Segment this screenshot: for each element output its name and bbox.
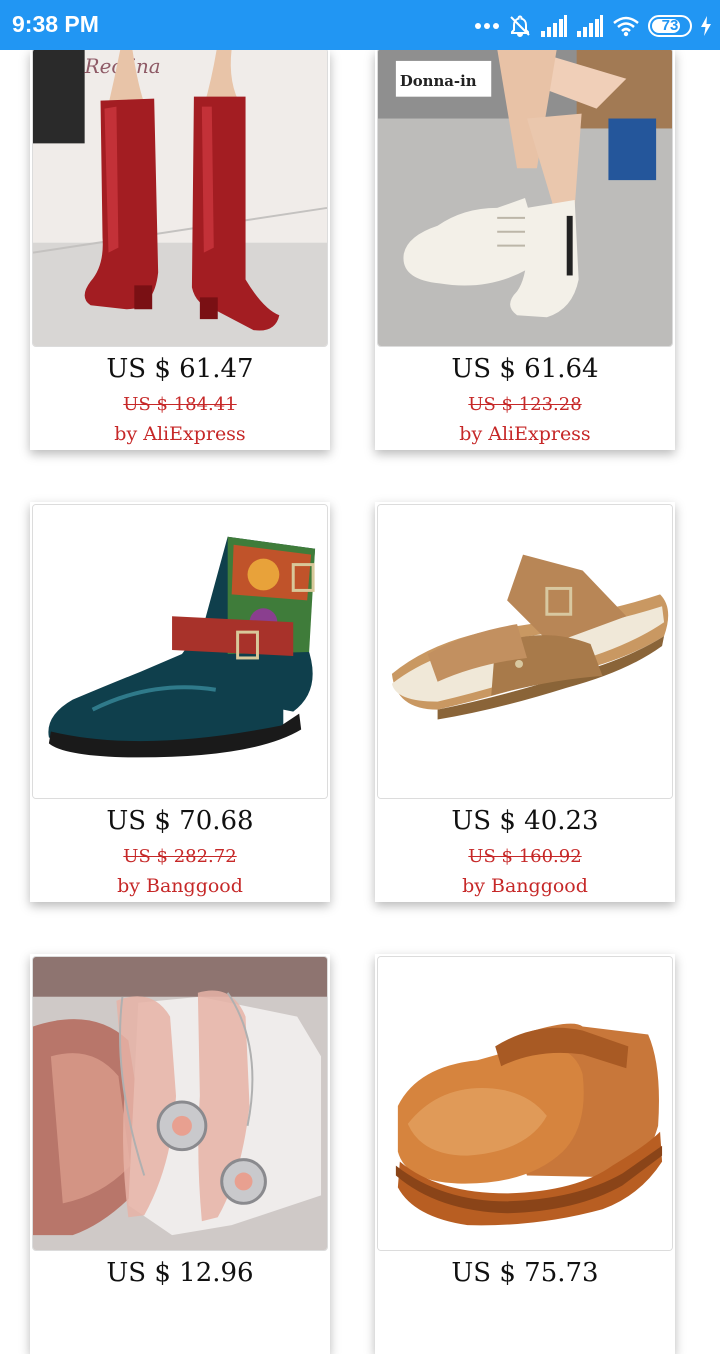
- product-original-price: US $ 123.28: [468, 394, 582, 415]
- product-card[interactable]: Reolina US $ 61.47 US $ 184.41 by AliExp…: [30, 48, 330, 450]
- product-image[interactable]: Donna-in: [377, 48, 673, 347]
- signal-icon: [541, 15, 567, 37]
- product-seller: by Banggood: [462, 875, 588, 897]
- product-seller: by AliExpress: [114, 423, 246, 445]
- wifi-icon: [613, 16, 639, 37]
- product-price: US $ 70.68: [106, 806, 254, 836]
- notifications-off-icon: [510, 15, 530, 38]
- signal-icon: [577, 15, 603, 37]
- product-card[interactable]: Donna-in US $ 61.64 US $ 123.28 by AliEx…: [375, 48, 675, 450]
- product-price: US $ 40.23: [451, 806, 599, 836]
- product-price: US $ 75.73: [451, 1258, 599, 1288]
- product-image[interactable]: [32, 504, 328, 799]
- product-image[interactable]: [377, 956, 673, 1251]
- product-card[interactable]: US $ 12.96: [30, 954, 330, 1354]
- product-image[interactable]: [377, 504, 673, 799]
- product-seller: by Banggood: [117, 875, 243, 897]
- product-image[interactable]: [32, 956, 328, 1251]
- more-dots-icon: [475, 23, 499, 29]
- product-original-price: US $ 282.72: [123, 846, 237, 867]
- brand-mark: Donna-in: [400, 72, 477, 90]
- product-card[interactable]: US $ 40.23 US $ 160.92 by Banggood: [375, 502, 675, 902]
- product-image[interactable]: Reolina: [32, 48, 328, 347]
- product-price: US $ 12.96: [106, 1258, 254, 1288]
- product-card[interactable]: US $ 75.73: [375, 954, 675, 1354]
- product-original-price: US $ 184.41: [123, 394, 237, 415]
- status-bar: 9:38 PM 73: [0, 0, 720, 50]
- battery-percent: 73: [661, 17, 679, 34]
- charging-icon: [701, 16, 711, 36]
- product-original-price: US $ 160.92: [468, 846, 582, 867]
- battery-icon: 73: [648, 15, 692, 37]
- product-seller: by AliExpress: [459, 423, 591, 445]
- status-time: 9:38 PM: [12, 11, 99, 37]
- product-price: US $ 61.47: [106, 354, 254, 384]
- product-card[interactable]: US $ 70.68 US $ 282.72 by Banggood: [30, 502, 330, 902]
- product-price: US $ 61.64: [451, 354, 599, 384]
